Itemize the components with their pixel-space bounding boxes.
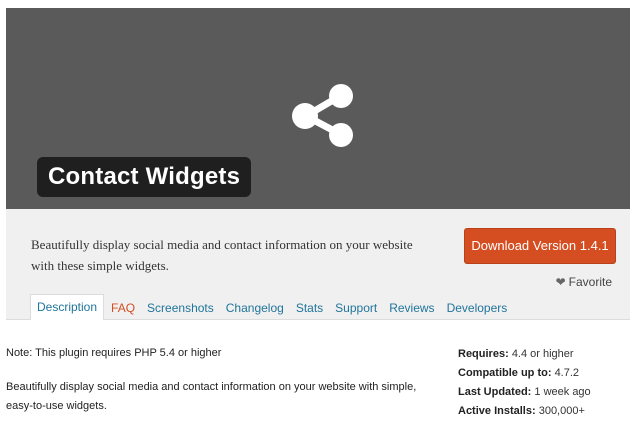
meta-label: Active Installs: xyxy=(458,405,536,417)
meta-value: 300,000+ xyxy=(538,405,585,417)
favorite-label: Favorite xyxy=(568,275,612,289)
plugin-header: Beautifully display social media and con… xyxy=(6,209,630,320)
download-button[interactable]: Download Version 1.4.1 xyxy=(464,228,616,264)
plugin-title: Contact Widgets xyxy=(37,157,252,197)
heart-icon: ❤ xyxy=(555,275,566,289)
meta-updated: Last Updated: 1 week ago xyxy=(458,383,591,402)
tab-support[interactable]: Support xyxy=(330,296,382,320)
meta-requires: Requires: 4.4 or higher xyxy=(458,345,591,364)
tab-faq[interactable]: FAQ xyxy=(106,296,140,320)
tab-description[interactable]: Description xyxy=(30,294,105,320)
meta-installs: Active Installs: 300,000+ xyxy=(458,402,591,421)
tab-developers[interactable]: Developers xyxy=(442,296,513,320)
plugin-banner: Contact Widgets xyxy=(6,8,630,209)
meta-value: 4.4 or higher xyxy=(511,348,574,360)
favorite-link[interactable]: ❤ Favorite xyxy=(556,275,612,289)
plugin-meta: Requires: 4.4 or higher Compatible up to… xyxy=(458,345,591,421)
tab-stats[interactable]: Stats xyxy=(291,296,328,320)
php-requirement-note: Note: This plugin requires PHP 5.4 or hi… xyxy=(6,347,222,359)
meta-value: 4.7.2 xyxy=(554,367,580,379)
plugin-short-description: Beautifully display social media and con… xyxy=(31,237,413,273)
plugin-tabs: Description FAQ Screenshots Changelog St… xyxy=(30,294,514,320)
plugin-description: Beautifully display social media and con… xyxy=(6,381,417,412)
tab-changelog[interactable]: Changelog xyxy=(221,296,289,320)
meta-label: Compatible up to: xyxy=(458,367,552,379)
tab-reviews[interactable]: Reviews xyxy=(384,296,439,320)
share-icon xyxy=(292,84,353,147)
meta-label: Last Updated: xyxy=(458,386,532,398)
meta-value: 1 week ago xyxy=(534,386,591,398)
meta-compatible: Compatible up to: 4.7.2 xyxy=(458,364,591,383)
tab-screenshots[interactable]: Screenshots xyxy=(142,296,219,320)
meta-label: Requires: xyxy=(458,348,509,360)
